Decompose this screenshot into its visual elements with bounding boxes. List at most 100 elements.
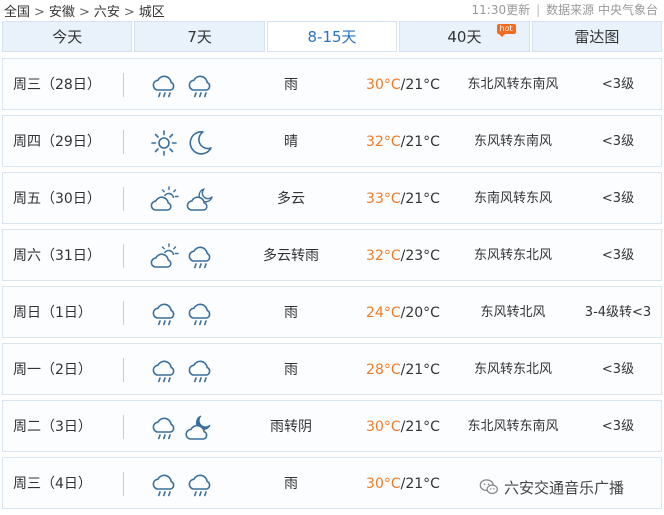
temp-low: /21°C	[400, 419, 440, 435]
wind-level: <3级	[601, 362, 635, 377]
wind-direction: 东风转北风	[480, 305, 546, 320]
row-divider	[123, 415, 124, 439]
update-time: 11:30更新	[471, 3, 531, 17]
temp-high: 32°C	[366, 248, 401, 264]
moon-icon	[189, 131, 212, 155]
wind-direction: 东风转东北风	[473, 248, 552, 263]
wind-direction: 东风转东北风	[473, 362, 552, 377]
forecast-tabs: 今天 7天 8-15天 40天 hot 雷达图	[2, 21, 663, 52]
weather-text: 晴	[284, 134, 298, 150]
weather-text: 雨	[284, 305, 298, 321]
forecast-day: 周日（1日）	[13, 305, 92, 321]
tab-label: 雷达图	[574, 28, 620, 46]
forecast-row: 周六（31日） 多云转雨 32°C/23°C 东风转东北风 <3级	[2, 229, 662, 281]
watermark-text: 六安交通音乐广播	[504, 478, 625, 497]
temp-high: 30°C	[366, 476, 401, 492]
forecast-day: 周三（4日）	[13, 476, 92, 492]
temp-low: /21°C	[400, 362, 440, 378]
weather-icons	[149, 413, 221, 443]
weather-text: 雨	[284, 77, 298, 93]
rain-cloud-icon	[188, 474, 211, 497]
rain-cloud-icon	[152, 417, 175, 440]
meta-divider: |	[536, 3, 541, 17]
tab-7-days[interactable]: 7天	[134, 21, 265, 52]
tab-40-days[interactable]: 40天 hot	[399, 21, 530, 52]
breadcrumb-item-city[interactable]: 六安	[94, 5, 120, 20]
row-divider	[123, 73, 124, 97]
tab-label: 8-15天	[307, 28, 357, 46]
breadcrumb: 全国 > 安徽 > 六安 > 城区	[4, 1, 165, 20]
forecast-day: 周四（29日）	[13, 134, 101, 150]
wind-level: <3级	[601, 77, 635, 92]
forecast-day: 周二（3日）	[13, 419, 92, 435]
forecast-row: 周四（29日） 晴 32°C/21°C 东风转东南风 <3级	[2, 115, 662, 167]
weather-text: 多云	[277, 191, 305, 207]
row-divider	[123, 244, 124, 268]
breadcrumb-item-district: 城区	[138, 5, 165, 20]
wind-direction: 东北风转东南风	[467, 77, 559, 92]
temperature: 32°C/23°C	[349, 230, 457, 282]
wind-direction: 东北风转东南风	[467, 419, 559, 434]
wind-level: <3级	[601, 134, 635, 149]
temp-low: /21°C	[400, 476, 440, 492]
tab-today[interactable]: 今天	[2, 21, 133, 52]
temp-low: /21°C	[400, 77, 440, 93]
temp-high: 32°C	[366, 134, 401, 150]
rain-cloud-icon	[152, 75, 175, 98]
temperature: 33°C/21°C	[349, 173, 457, 225]
forecast-day: 周六（31日）	[13, 248, 101, 264]
breadcrumb-item-province[interactable]: 安徽	[49, 5, 75, 20]
weather-text: 雨转阴	[270, 419, 312, 435]
rain-cloud-icon	[152, 360, 175, 383]
row-divider	[123, 358, 124, 382]
temp-low: /21°C	[400, 134, 440, 150]
temperature: 24°C/20°C	[349, 287, 457, 339]
forecast-row: 周五（30日） 多云 33°C/21°C 东南风转东风 <3级	[2, 172, 662, 224]
weather-icons	[149, 185, 221, 215]
forecast-row: 周一（2日） 雨 28°C/21°C 东风转东北风 <3级	[2, 343, 662, 395]
weather-icons	[149, 128, 221, 158]
tab-label: 40天	[447, 28, 482, 46]
weather-icons	[149, 356, 221, 386]
wind-level: <3级	[601, 191, 635, 206]
forecast-row: 周三（28日） 雨 30°C/21°C 东北风转东南风 <3级	[2, 58, 662, 110]
forecast-day: 周五（30日）	[13, 191, 101, 207]
temp-low: /21°C	[400, 191, 440, 207]
weather-text: 多云转雨	[263, 248, 319, 264]
row-divider	[123, 187, 124, 211]
forecast-row: 周日（1日） 雨 24°C/20°C 东风转北风 3-4级转<3	[2, 286, 662, 338]
row-divider	[123, 130, 124, 154]
weather-text: 雨	[284, 362, 298, 378]
top-bar: 全国 > 安徽 > 六安 > 城区 11:30更新 | 数据来源 中央气象台	[0, 0, 664, 20]
wind-direction: 东风转东南风	[473, 134, 552, 149]
rain-cloud-icon	[188, 303, 211, 326]
rain-cloud-icon	[188, 246, 211, 269]
weather-icons	[149, 470, 221, 500]
rain-cloud-icon	[152, 474, 175, 497]
temp-low: /23°C	[400, 248, 440, 264]
wind-direction: 东南风转东风	[473, 191, 552, 206]
temperature: 30°C/21°C	[349, 59, 457, 111]
watermark: 六安交通音乐广播	[478, 473, 624, 501]
breadcrumb-item-country[interactable]: 全国	[4, 5, 30, 20]
temperature: 28°C/21°C	[349, 344, 457, 396]
wind-level: <3级	[601, 419, 635, 434]
rain-cloud-icon	[188, 360, 211, 383]
update-meta: 11:30更新 | 数据来源 中央气象台	[472, 1, 658, 18]
wind-level: 3-4级转<3	[584, 305, 652, 320]
temp-high: 24°C	[366, 305, 401, 321]
temp-high: 28°C	[366, 362, 401, 378]
forecast-day: 周三（28日）	[13, 77, 101, 93]
rain-cloud-icon	[188, 75, 211, 98]
tab-8-15-days[interactable]: 8-15天	[266, 21, 398, 52]
temperature: 30°C/21°C	[349, 458, 457, 510]
rain-cloud-icon	[152, 303, 175, 326]
temp-high: 33°C	[366, 191, 401, 207]
breadcrumb-separator: >	[123, 5, 135, 20]
tab-label: 今天	[52, 28, 83, 46]
tab-radar[interactable]: 雷达图	[531, 21, 663, 52]
wechat-icon	[479, 479, 498, 495]
breadcrumb-separator: >	[78, 5, 90, 20]
temperature: 32°C/21°C	[349, 116, 457, 168]
weather-text: 雨	[284, 476, 298, 492]
